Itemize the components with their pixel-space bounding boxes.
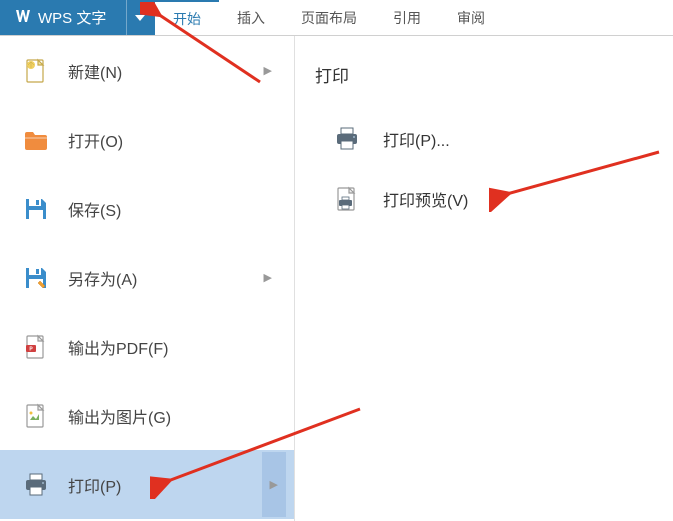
tab-start[interactable]: 开始	[155, 0, 219, 35]
tab-references[interactable]: 引用	[375, 0, 439, 35]
print-submenu-panel: 打印 打印(P)... 打印预览(V)	[295, 36, 673, 521]
sidebar-item-new[interactable]: 新建(N) ▶	[0, 36, 294, 105]
sidebar-item-export-pdf[interactable]: P 输出为PDF(F)	[0, 312, 294, 381]
sidebar-item-save-as[interactable]: 另存为(A) ▶	[0, 243, 294, 312]
tab-review[interactable]: 审阅	[439, 0, 503, 35]
sidebar-item-label: 打印(P)	[68, 473, 244, 497]
ribbon-tabs: 开始 插入 页面布局 引用 审阅	[155, 0, 503, 35]
tab-insert[interactable]: 插入	[219, 0, 283, 35]
sidebar-item-label: 打开(O)	[68, 128, 272, 152]
sidebar-item-label: 输出为图片(G)	[68, 404, 272, 428]
print-preview-icon	[333, 185, 361, 213]
chevron-right-icon: ▶	[264, 271, 272, 284]
sidebar-item-label: 保存(S)	[68, 197, 272, 221]
panel-item-print-preview[interactable]: 打印预览(V)	[295, 169, 673, 229]
chevron-right-icon: ▶	[262, 452, 286, 517]
panel-item-print[interactable]: 打印(P)...	[295, 109, 673, 169]
app-menu-button[interactable]: WPS 文字	[0, 0, 155, 35]
panel-item-label: 打印(P)...	[383, 127, 450, 151]
sidebar-item-label: 新建(N)	[68, 59, 246, 83]
app-title: WPS 文字	[38, 7, 106, 28]
export-pdf-icon: P	[22, 333, 50, 361]
panel-item-label: 打印预览(V)	[383, 187, 468, 211]
sidebar-item-label: 另存为(A)	[68, 266, 246, 290]
wps-logo-icon	[14, 7, 32, 29]
export-image-icon	[22, 402, 50, 430]
file-menu-sidebar: 新建(N) ▶ 打开(O) 保存(S) 另存为(A) ▶ P	[0, 36, 295, 521]
chevron-right-icon: ▶	[264, 64, 272, 77]
new-doc-icon	[22, 57, 50, 85]
sidebar-item-save[interactable]: 保存(S)	[0, 174, 294, 243]
file-menu-body: 新建(N) ▶ 打开(O) 保存(S) 另存为(A) ▶ P	[0, 36, 673, 521]
app-menu-dropdown-icon	[126, 0, 145, 35]
sidebar-item-open[interactable]: 打开(O)	[0, 105, 294, 174]
folder-icon	[22, 126, 50, 154]
title-bar: WPS 文字 开始 插入 页面布局 引用 审阅	[0, 0, 673, 36]
sidebar-item-export-image[interactable]: 输出为图片(G)	[0, 381, 294, 450]
save-icon	[22, 195, 50, 223]
printer-icon	[333, 125, 361, 153]
tab-page-layout[interactable]: 页面布局	[283, 0, 375, 35]
sidebar-item-print[interactable]: 打印(P) ▶	[0, 450, 294, 519]
sidebar-item-label: 输出为PDF(F)	[68, 335, 272, 359]
panel-title: 打印	[295, 62, 673, 109]
printer-icon	[22, 471, 50, 499]
save-as-icon	[22, 264, 50, 292]
